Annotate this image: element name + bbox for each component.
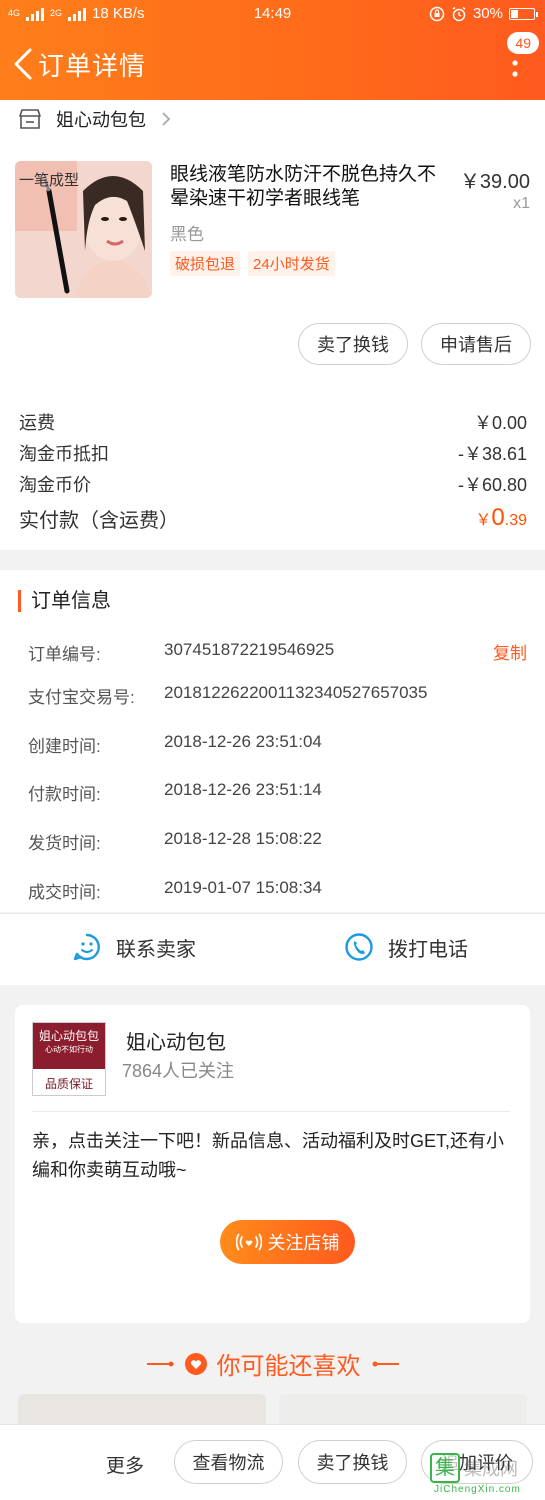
status-right: 30% xyxy=(429,5,538,22)
info-label: 发货时间: xyxy=(28,834,101,853)
completed-time: 2019-01-07 15:08:34 xyxy=(164,878,322,897)
call-phone-label: 拨打电话 xyxy=(388,938,468,961)
fee-value: -￥60.80 xyxy=(457,475,527,495)
copy-button[interactable]: 复制 xyxy=(493,639,527,664)
created-time: 2018-12-26 23:51:04 xyxy=(164,732,322,751)
after-sale-button[interactable]: 申请售后 xyxy=(421,323,531,365)
watermark-brand: 集成网 xyxy=(464,1459,518,1479)
shop-message: 亲，点击关注一下吧！新品信息、活动福利及时GET,还有小编和你卖萌互动哦~ xyxy=(32,1131,505,1180)
info-label: 支付宝交易号: xyxy=(28,688,135,707)
shop-logo[interactable]: 姐心动包包 心动不如行动 品质保证 xyxy=(32,1022,106,1096)
product-image[interactable]: 一笔成型 xyxy=(15,161,152,298)
follower-count: 7864人已关注 xyxy=(122,1061,235,1081)
phone-icon xyxy=(345,933,373,961)
chevron-right-icon xyxy=(162,112,171,126)
store-icon xyxy=(19,109,41,129)
product-sku: 黑色 xyxy=(170,225,204,244)
more-button[interactable]: 更多 xyxy=(106,1451,144,1478)
shop-card-name[interactable]: 姐心动包包 xyxy=(126,1026,226,1055)
divider xyxy=(32,1111,510,1112)
order-number: 307451872219546925 xyxy=(164,640,335,659)
app-header: 4G 2G 18 KB/s 14:49 30% 订单详情 49 xyxy=(0,0,545,100)
recommend-title: 你可能还喜欢 xyxy=(0,1346,545,1381)
total-label: 实付款（含运费） xyxy=(19,510,179,532)
info-label: 创建时间: xyxy=(28,737,101,756)
battery-icon xyxy=(509,7,538,20)
product-image-caption: 一笔成型 xyxy=(19,171,80,189)
call-phone-button[interactable]: 拨打电话 xyxy=(344,932,468,962)
follow-shop-button[interactable]: 关注店铺 xyxy=(220,1220,355,1264)
total-value: ￥0.39 xyxy=(475,504,527,533)
decor-line-right-icon xyxy=(372,1361,399,1366)
fee-row: 运费 ￥0.00 xyxy=(19,409,527,435)
info-label: 订单编号: xyxy=(28,645,101,664)
page-title: 订单详情 xyxy=(38,51,147,81)
paid-time: 2018-12-26 23:51:14 xyxy=(164,780,322,799)
fee-value: ￥0.00 xyxy=(473,413,527,433)
fee-label: 淘金币价 xyxy=(19,475,91,495)
chat-face-icon xyxy=(73,933,100,961)
service-tags: 破损包退 24小时发货 xyxy=(170,251,335,276)
contact-seller-label: 联系卖家 xyxy=(116,938,196,961)
broadcast-heart-icon xyxy=(235,1233,262,1251)
shop-link[interactable]: 姐心动包包 xyxy=(18,106,172,132)
total-currency: ￥ xyxy=(475,512,492,529)
contact-seller-button[interactable]: 联系卖家 xyxy=(72,932,196,962)
fee-row: 淘金币抵扣 -￥38.61 xyxy=(19,440,527,466)
fee-value: -￥38.61 xyxy=(457,444,527,464)
total-decimal: .39 xyxy=(504,512,527,529)
logo-text: 姐心动包包 xyxy=(38,1029,99,1043)
decor-line-left-icon xyxy=(146,1361,173,1366)
alarm-icon xyxy=(452,6,466,21)
fee-row: 淘金币价 -￥60.80 xyxy=(19,471,527,497)
recommend-title-text: 你可能还喜欢 xyxy=(216,1353,361,1380)
message-count-badge[interactable]: 49 xyxy=(507,32,539,54)
watermark-logo-icon: 集 xyxy=(430,1453,460,1483)
total-row: 实付款（含运费） ￥0.39 xyxy=(19,504,527,533)
watermark-url: JiChengXin.com xyxy=(434,1484,521,1495)
info-label: 成交时间: xyxy=(28,883,101,902)
logo-subtext: 心动不如行动 xyxy=(45,1045,93,1054)
section-title: 订单信息 xyxy=(18,590,111,612)
product-title[interactable]: 眼线液笔防水防汗不脱色持久不晕染速干初学者眼线笔 xyxy=(170,163,450,211)
info-label: 付款时间: xyxy=(28,785,101,804)
site-watermark: 集 集成网 JiChengXin.com xyxy=(430,1453,540,1498)
sell-swap-bottom-button[interactable]: 卖了换钱 xyxy=(298,1440,407,1484)
view-logistics-button[interactable]: 查看物流 xyxy=(174,1440,283,1484)
sell-swap-button[interactable]: 卖了换钱 xyxy=(298,323,408,365)
product-quantity: x1 xyxy=(513,195,530,212)
product-price: ￥39.00 xyxy=(459,171,530,193)
fee-label: 淘金币抵扣 xyxy=(19,444,109,464)
service-tag: 破损包退 xyxy=(170,251,241,276)
status-bar: 4G 2G 18 KB/s 14:49 30% xyxy=(0,0,545,28)
heart-badge-icon xyxy=(184,1352,207,1375)
back-arrow-icon[interactable] xyxy=(10,44,38,84)
lock-rotation-icon xyxy=(429,6,445,21)
logo-seal: 品质保证 xyxy=(44,1077,93,1091)
fee-label: 运费 xyxy=(19,413,55,433)
shop-name: 姐心动包包 xyxy=(56,110,146,130)
total-int: 0 xyxy=(491,504,505,531)
battery-percent: 30% xyxy=(472,5,503,22)
shipped-time: 2018-12-28 15:08:22 xyxy=(164,829,322,848)
alipay-trade-number: 2018122622001132340527657035 xyxy=(164,683,428,702)
follow-shop-label: 关注店铺 xyxy=(267,1233,340,1253)
service-tag: 24小时发货 xyxy=(248,251,335,276)
